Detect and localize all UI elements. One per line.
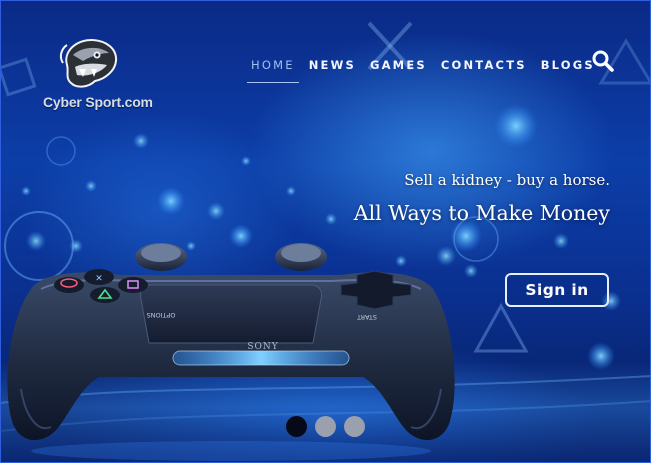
svg-text:✕: ✕: [95, 274, 103, 284]
start-label: START: [357, 313, 377, 321]
nav-blogs[interactable]: BLOGS: [541, 58, 595, 72]
sign-in-button[interactable]: Sign in: [505, 273, 609, 307]
carousel-indicators: [286, 416, 373, 437]
carousel-dot-3[interactable]: [344, 416, 365, 437]
hero-tagline: Sell a kidney - buy a horse.: [404, 171, 610, 189]
main-nav: HOME NEWS GAMES CONTACTS BLOGS: [247, 51, 609, 83]
carousel-dot-1[interactable]: [286, 416, 307, 437]
snake-head-icon: [59, 38, 118, 88]
nav-news[interactable]: NEWS: [309, 58, 356, 72]
carousel-dot-2[interactable]: [315, 416, 336, 437]
hero-headline: All Ways to Make Money: [353, 201, 610, 225]
options-label: OPTIONS: [146, 311, 175, 319]
search-icon: [592, 50, 614, 72]
brand-logo[interactable]: Cyber Sport.com: [39, 35, 163, 117]
nav-games[interactable]: GAMES: [370, 58, 427, 72]
gamepad-controller-image: SONY ✕ OPTIONS START: [7, 243, 455, 461]
search-button[interactable]: [591, 49, 615, 73]
nav-contacts[interactable]: CONTACTS: [441, 58, 527, 72]
hero-banner: Cyber Sport.com HOME NEWS GAMES CONTACTS…: [0, 0, 651, 463]
brand-name: Cyber Sport.com: [43, 94, 153, 110]
sony-label: SONY: [247, 342, 278, 352]
nav-home[interactable]: HOME: [247, 58, 299, 83]
